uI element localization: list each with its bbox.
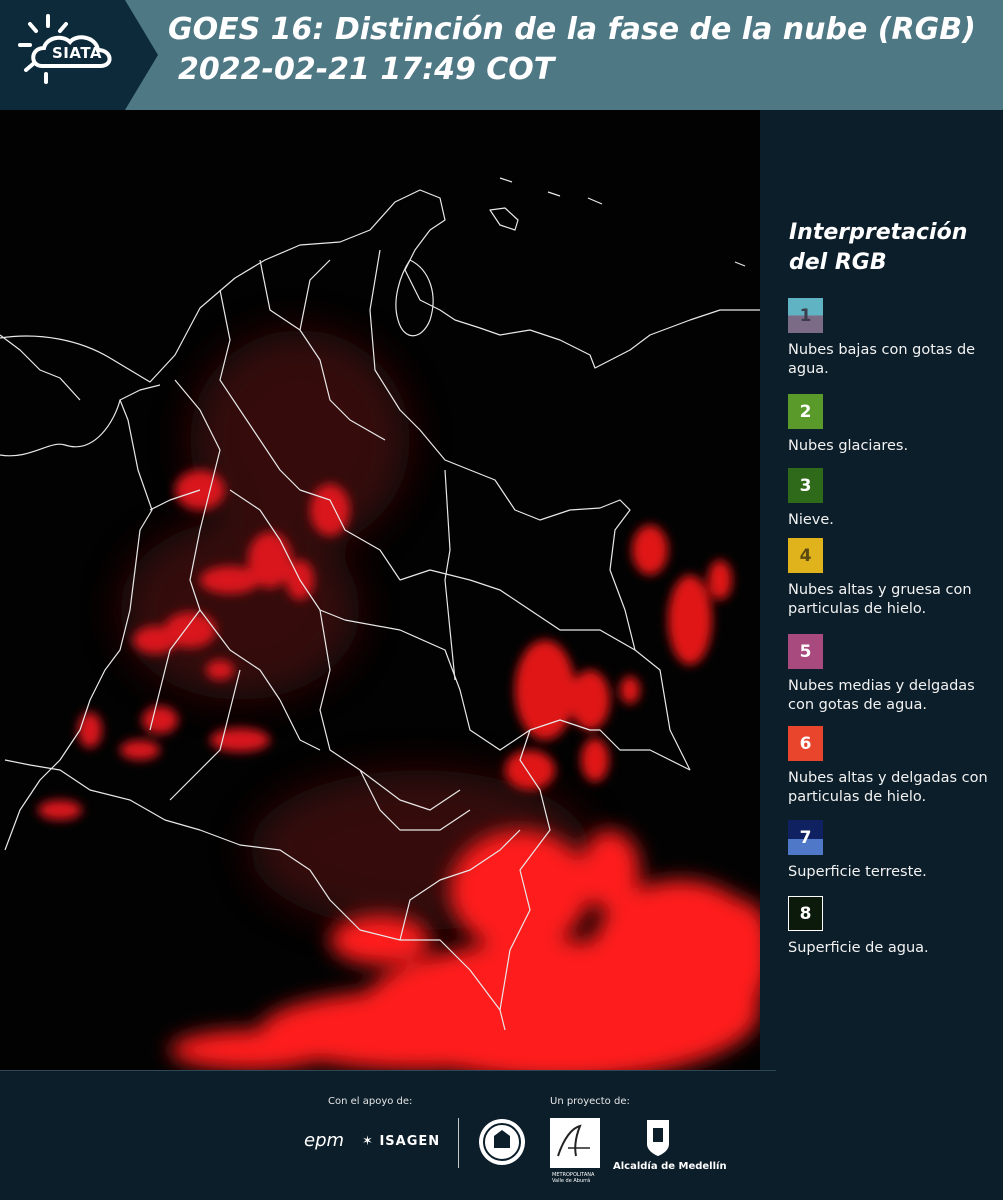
legend-swatch-7: 7: [788, 820, 823, 855]
legend-item-4: 4 Nubes altas y gruesa con particulas de…: [788, 538, 998, 619]
header-bar: SIATA GOES 16: Distinción de la fase de …: [0, 0, 1003, 110]
isagen-logo[interactable]: ✶ ISAGEN: [362, 1134, 440, 1149]
legend-swatch-2: 2: [788, 394, 823, 429]
siata-logo[interactable]: SIATA: [0, 0, 158, 110]
legend-swatch-6: 6: [788, 726, 823, 761]
footer-vertical-divider: [458, 1118, 459, 1168]
legend-label-6: Nubes altas y delgadas con particulas de…: [788, 770, 988, 805]
footer-divider-line: [0, 1070, 776, 1071]
legend-label-7: Superficie terreste.: [788, 864, 927, 880]
university-seal-icon[interactable]: [478, 1118, 526, 1166]
area-metropolitana-icon: [557, 1124, 590, 1157]
legend-label-4: Nubes altas y gruesa con particulas de h…: [788, 582, 972, 617]
area-metropolitana-text: METROPOLITANA Valle de Aburrá: [552, 1172, 595, 1184]
legend-swatch-5: 5: [788, 634, 823, 669]
support-label: Con el apoyo de:: [328, 1096, 413, 1107]
legend-swatch-3: 3: [788, 468, 823, 503]
alcaldia-shield-icon[interactable]: [645, 1118, 671, 1158]
page-title: GOES 16: Distinción de la fase de la nub…: [168, 12, 976, 47]
page-timestamp: 2022-02-21 17:49 COT: [178, 52, 555, 87]
project-label: Un proyecto de:: [550, 1096, 630, 1107]
footer: Con el apoyo de: Un proyecto de: epm ✶ I…: [0, 1070, 1003, 1200]
legend-item-2: 2 Nubes glaciares.: [788, 394, 998, 456]
area-metropolitana-logo[interactable]: [550, 1118, 600, 1168]
legend-swatch-4: 4: [788, 538, 823, 573]
legend-item-6: 6 Nubes altas y delgadas con particulas …: [788, 726, 998, 807]
legend-item-3: 3 Nieve.: [788, 468, 998, 530]
legend-title: Interpretación del RGB: [789, 220, 968, 275]
legend-panel: Interpretación del RGB 1 Nubes bajas con…: [760, 110, 1003, 1070]
legend-item-8: 8 Superficie de agua.: [788, 896, 998, 958]
logo-text: SIATA: [52, 44, 103, 62]
alcaldia-label: Alcaldía de Medellín: [613, 1161, 727, 1172]
legend-swatch-8: 8: [788, 896, 823, 931]
legend-label-8: Superficie de agua.: [788, 940, 929, 956]
satellite-map[interactable]: [0, 110, 760, 1070]
legend-label-1: Nubes bajas con gotas de agua.: [788, 342, 976, 377]
legend-label-2: Nubes glaciares.: [788, 438, 909, 454]
legend-item-5: 5 Nubes medias y delgadas con gotas de a…: [788, 634, 998, 715]
legend-item-7: 7 Superficie terreste.: [788, 820, 998, 882]
legend-label-3: Nieve.: [788, 512, 834, 528]
legend-swatch-1: 1: [788, 298, 823, 333]
epm-logo[interactable]: epm: [304, 1130, 344, 1151]
legend-label-5: Nubes medias y delgadas con gotas de agu…: [788, 678, 975, 713]
satellite-rgb-image: [0, 110, 760, 1070]
isagen-star-icon: ✶: [362, 1134, 374, 1149]
legend-item-1: 1 Nubes bajas con gotas de agua.: [788, 298, 998, 379]
